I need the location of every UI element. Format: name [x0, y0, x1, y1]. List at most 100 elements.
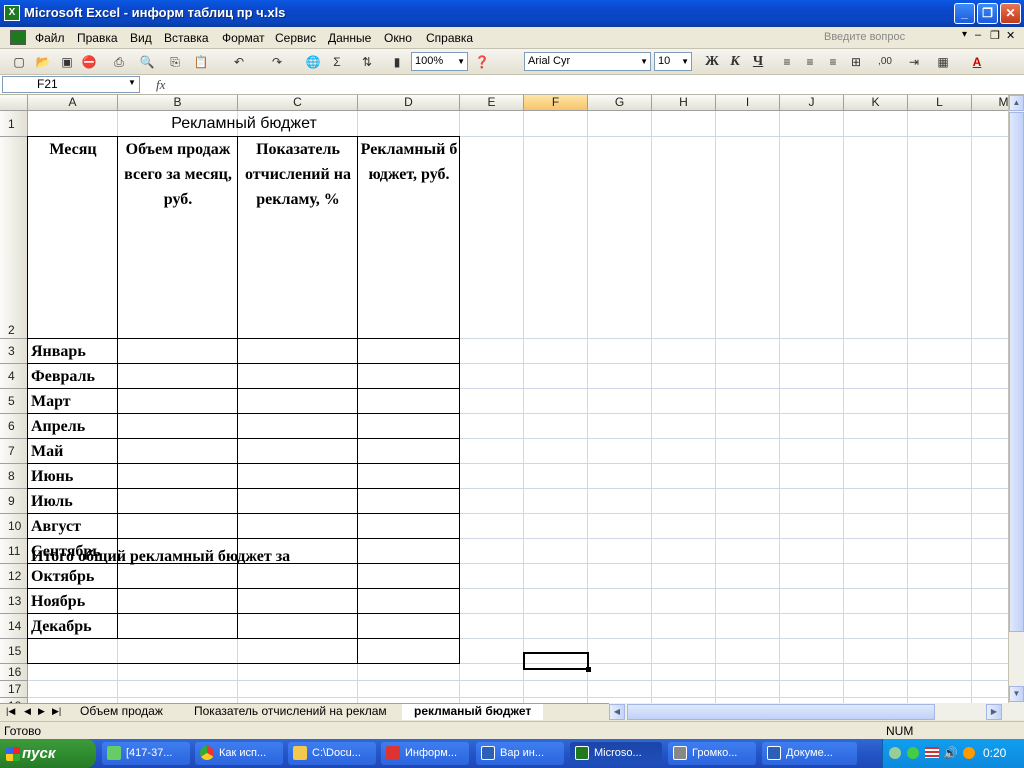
align-left-icon[interactable]: ≡	[778, 53, 796, 71]
font-select[interactable]: Arial Cyr ▼	[524, 52, 651, 71]
row-header-12[interactable]: 12	[0, 564, 28, 589]
column-header-g[interactable]: G	[588, 95, 652, 111]
month-cell[interactable]: Июль	[31, 489, 117, 514]
total-label[interactable]: Итого общий рекламный бюджет за	[31, 544, 290, 569]
column-header-m[interactable]: M	[972, 95, 1008, 111]
tray-clover-icon[interactable]	[889, 747, 901, 759]
tray-orange-icon[interactable]	[963, 747, 975, 759]
taskbar-item-1[interactable]: [417-37...	[102, 742, 190, 765]
underline-button[interactable]: Ч	[749, 53, 767, 71]
align-center-icon[interactable]: ≡	[801, 53, 819, 71]
formula-input[interactable]	[176, 76, 1006, 93]
merge-center-icon[interactable]: ⊞	[847, 53, 865, 71]
row-header-15[interactable]: 15	[0, 639, 28, 664]
column-header-b[interactable]: B	[118, 95, 238, 111]
menu-tools[interactable]: Сервис	[275, 31, 316, 45]
column-header-e[interactable]: E	[460, 95, 524, 111]
sheet-tab-sales[interactable]: Объем продаж	[68, 704, 175, 720]
scroll-right-button[interactable]: ▶	[986, 704, 1002, 720]
header-month[interactable]: Месяц	[28, 137, 118, 162]
borders-icon[interactable]: ▦	[934, 53, 952, 71]
row-header-7[interactable]: 7	[0, 439, 28, 464]
bold-button[interactable]: Ж	[703, 53, 721, 71]
increase-indent-icon[interactable]: ⇥	[905, 53, 923, 71]
font-color-icon[interactable]: A	[968, 53, 986, 71]
worksheet-grid[interactable]: ABCDEFGHIJKLM 12345678910111213141516171…	[0, 95, 1008, 703]
taskbar-item-8[interactable]: Докуме...	[762, 742, 857, 765]
copy-icon[interactable]: ⎘	[166, 53, 184, 71]
close-button[interactable]: ✕	[1000, 3, 1021, 24]
active-cell-f21[interactable]	[523, 652, 589, 670]
month-cell[interactable]: Август	[31, 514, 117, 539]
menu-file[interactable]: Файл	[35, 31, 65, 45]
header-sales[interactable]: Объем продаж всего за месяц, руб.	[118, 137, 238, 212]
row-header-1[interactable]: 1	[0, 111, 28, 137]
taskbar-item-5[interactable]: Вар ин...	[476, 742, 564, 765]
menu-format[interactable]: Формат	[222, 31, 265, 45]
save-icon[interactable]: ▣	[58, 53, 76, 71]
help-icon[interactable]: ❓	[473, 53, 491, 71]
menu-insert[interactable]: Вставка	[164, 31, 209, 45]
decrease-decimal-icon[interactable]: ,00	[876, 53, 894, 71]
name-box[interactable]: F21	[2, 76, 140, 93]
first-sheet-button[interactable]: |◀	[6, 706, 15, 717]
month-cell[interactable]: Февраль	[31, 364, 117, 389]
column-header-i[interactable]: I	[716, 95, 780, 111]
month-cell[interactable]: Ноябрь	[31, 589, 117, 614]
next-sheet-button[interactable]: ▶	[38, 706, 45, 717]
prev-sheet-button[interactable]: ◀	[24, 706, 31, 717]
column-header-a[interactable]: A	[28, 95, 118, 111]
new-icon[interactable]: ▢	[10, 53, 28, 71]
column-header-d[interactable]: D	[358, 95, 460, 111]
row-header-5[interactable]: 5	[0, 389, 28, 414]
row-header-13[interactable]: 13	[0, 589, 28, 614]
insert-function-icon[interactable]: fx	[156, 77, 165, 93]
taskbar-item-4[interactable]: Информ...	[381, 742, 469, 765]
row-header-4[interactable]: 4	[0, 364, 28, 389]
autosum-icon[interactable]: Σ	[328, 53, 346, 71]
menu-edit[interactable]: Правка	[77, 31, 118, 45]
row-header-6[interactable]: 6	[0, 414, 28, 439]
column-header-c[interactable]: C	[238, 95, 358, 111]
print-icon[interactable]: ⎙	[110, 53, 128, 71]
italic-button[interactable]: К	[726, 53, 744, 71]
horizontal-scroll-thumb[interactable]	[627, 704, 935, 720]
taskbar-item-3[interactable]: C:\Docu...	[288, 742, 376, 765]
zoom-select[interactable]: 100% ▼	[411, 52, 468, 71]
doc-restore-button[interactable]: ❐	[990, 29, 1000, 42]
last-sheet-button[interactable]: ▶|	[52, 706, 61, 717]
horizontal-scrollbar[interactable]: ◀ ▶	[609, 703, 1024, 720]
paste-icon[interactable]: 📋	[192, 53, 210, 71]
redo-icon[interactable]: ↷	[268, 53, 286, 71]
menu-data[interactable]: Данные	[328, 31, 371, 45]
scroll-up-button[interactable]: ▲	[1009, 95, 1024, 111]
menu-help[interactable]: Справка	[426, 31, 473, 45]
month-cell[interactable]: Декабрь	[31, 614, 117, 639]
column-header-h[interactable]: H	[652, 95, 716, 111]
permission-icon[interactable]: ⛔	[80, 53, 98, 71]
start-button[interactable]: пуск	[0, 739, 96, 768]
minimize-button[interactable]: _	[954, 3, 975, 24]
tray-green-icon[interactable]	[907, 747, 919, 759]
month-cell[interactable]: Январь	[31, 339, 117, 364]
row-header-10[interactable]: 10	[0, 514, 28, 539]
font-size-select[interactable]: 10 ▼	[654, 52, 692, 71]
doc-close-button[interactable]: ✕	[1006, 29, 1015, 42]
table-title[interactable]: Рекламный бюджет	[28, 112, 460, 136]
column-header-l[interactable]: L	[908, 95, 972, 111]
header-rate[interactable]: Показатель отчислений на рекламу, %	[238, 137, 358, 212]
month-cell[interactable]: Апрель	[31, 414, 117, 439]
restore-button[interactable]: ❐	[977, 3, 998, 24]
row-header-2[interactable]: 2	[0, 137, 28, 339]
column-header-j[interactable]: J	[780, 95, 844, 111]
undo-icon[interactable]: ↶	[230, 53, 248, 71]
header-budget[interactable]: Рекламный бюджет, руб.	[360, 137, 458, 187]
column-header-k[interactable]: K	[844, 95, 908, 111]
row-header-16[interactable]: 16	[0, 664, 28, 681]
chart-wizard-icon[interactable]: ▮	[388, 53, 406, 71]
month-cell[interactable]: Март	[31, 389, 117, 414]
workbook-icon[interactable]	[10, 30, 26, 45]
month-cell[interactable]: Июнь	[31, 464, 117, 489]
vertical-scroll-thumb[interactable]	[1009, 112, 1024, 632]
help-question-input[interactable]: Введите вопрос	[820, 30, 972, 47]
